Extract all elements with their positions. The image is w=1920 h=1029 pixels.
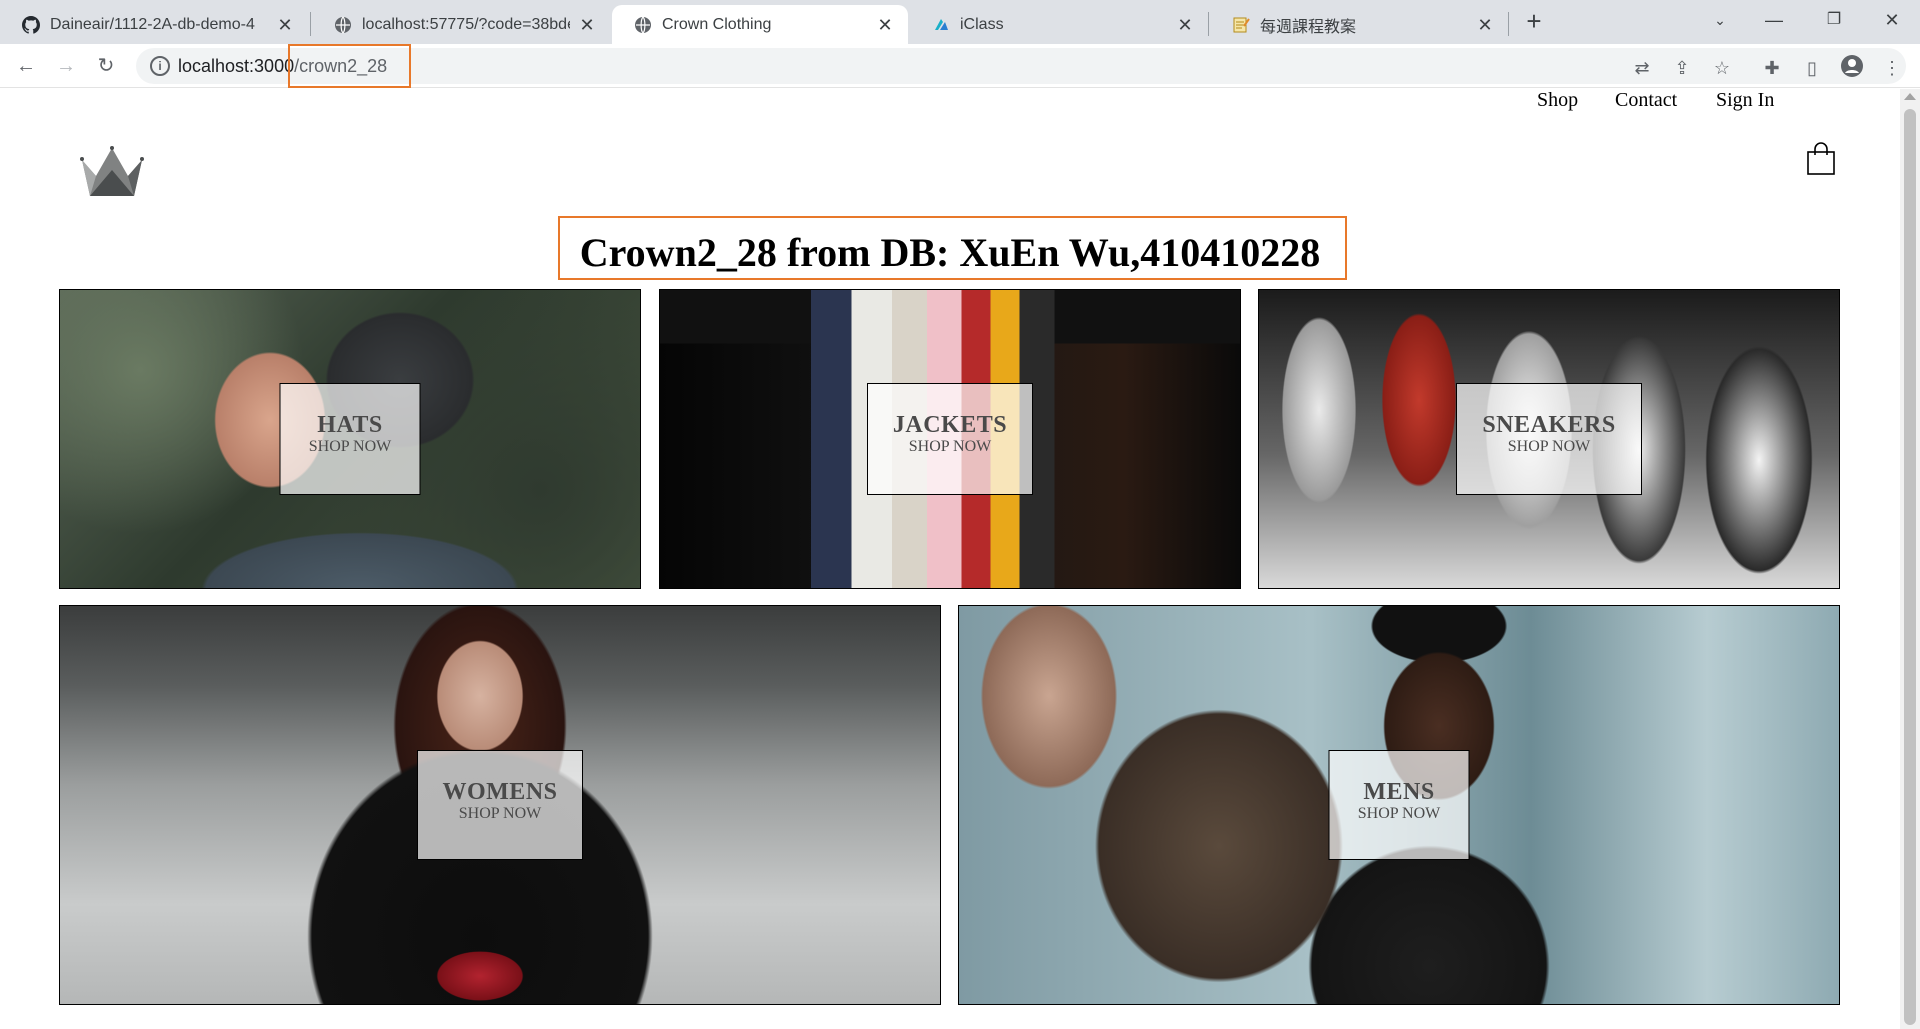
- shop-now-label: SHOP NOW: [458, 805, 542, 822]
- forward-arrow-icon[interactable]: →: [50, 50, 82, 82]
- iclass-icon: [932, 16, 950, 34]
- tab-separator: [1508, 12, 1509, 36]
- shop-now-label: SHOP NOW: [1357, 805, 1441, 822]
- tab-title: iClass: [960, 15, 1004, 33]
- browser-tab-github[interactable]: Daineair/1112-2A-db-demo-4 ✕: [0, 5, 308, 44]
- github-icon: [22, 15, 40, 34]
- category-tile-womens[interactable]: WOMENS SHOP NOW: [59, 605, 941, 1005]
- shopping-bag-icon[interactable]: [1806, 142, 1836, 176]
- translate-icon[interactable]: ⇄: [1628, 54, 1656, 82]
- new-tab-button[interactable]: +: [1520, 8, 1548, 36]
- category-tile-hats[interactable]: HATS SHOP NOW: [59, 289, 641, 589]
- tab-title: Crown Clothing: [662, 15, 772, 33]
- url-host: localhost:3000: [178, 56, 295, 76]
- close-tab-icon[interactable]: ✕: [276, 16, 294, 34]
- back-arrow-icon[interactable]: ←: [10, 50, 42, 82]
- page-headline: Crown2_28 from DB: XuEn Wu,410410228: [579, 230, 1321, 275]
- browser-menu-icon[interactable]: ⋮: [1878, 54, 1906, 82]
- close-tab-icon[interactable]: ✕: [876, 16, 894, 34]
- nav-sign-in-link[interactable]: Sign In: [1716, 89, 1774, 112]
- tab-title: 每週課程教案: [1260, 18, 1357, 36]
- crown-logo-icon[interactable]: [80, 146, 144, 198]
- category-tile-jackets[interactable]: JACKETS SHOP NOW: [659, 289, 1241, 589]
- tab-title: localhost:57775/?code=38bde: [362, 15, 570, 33]
- tab-title: Daineair/1112-2A-db-demo-4: [50, 15, 255, 33]
- page-scrollbar[interactable]: [1900, 89, 1920, 1029]
- reload-icon[interactable]: ↻: [90, 50, 122, 82]
- browser-tab-course-plan[interactable]: 每週課程教案 ✕: [1210, 5, 1508, 44]
- category-tile-mens[interactable]: MENS SHOP NOW: [958, 605, 1840, 1005]
- close-window-icon[interactable]: ✕: [1872, 4, 1912, 36]
- shop-now-label: SHOP NOW: [908, 438, 992, 455]
- scroll-up-arrow-icon[interactable]: [1904, 93, 1916, 100]
- category-label[interactable]: SNEAKERS SHOP NOW: [1456, 383, 1642, 495]
- globe-icon: [334, 16, 352, 34]
- scrollbar-thumb[interactable]: [1904, 109, 1916, 1025]
- nav-contact-link[interactable]: Contact: [1615, 89, 1677, 112]
- category-label[interactable]: MENS SHOP NOW: [1328, 750, 1470, 860]
- close-tab-icon[interactable]: ✕: [578, 16, 596, 34]
- browser-tab-localhost[interactable]: localhost:57775/?code=38bde ✕: [312, 5, 610, 44]
- nav-shop-link[interactable]: Shop: [1537, 89, 1578, 112]
- shop-now-label: SHOP NOW: [1507, 438, 1591, 455]
- category-label[interactable]: JACKETS SHOP NOW: [867, 383, 1033, 495]
- category-title: JACKETS: [892, 412, 1008, 438]
- category-tile-sneakers[interactable]: SNEAKERS SHOP NOW: [1258, 289, 1840, 589]
- url-highlight-box: [288, 44, 411, 88]
- tab-search-icon[interactable]: ⌄: [1700, 4, 1740, 36]
- category-title: HATS: [317, 412, 383, 438]
- browser-tab-crown-clothing[interactable]: Crown Clothing ✕: [612, 5, 908, 44]
- tab-separator: [310, 12, 311, 36]
- category-title: SNEAKERS: [1482, 412, 1616, 438]
- side-panel-icon[interactable]: ▯: [1798, 54, 1826, 82]
- tab-separator: [1208, 12, 1209, 36]
- minimize-icon[interactable]: —: [1754, 4, 1794, 36]
- shop-now-label: SHOP NOW: [308, 438, 392, 455]
- bookmark-star-icon[interactable]: ☆: [1708, 54, 1736, 82]
- globe-icon: [634, 16, 652, 34]
- browser-tab-iclass[interactable]: iClass ✕: [910, 5, 1208, 44]
- profile-avatar-icon[interactable]: [1838, 54, 1866, 82]
- category-title: MENS: [1363, 779, 1435, 805]
- browser-tab-bar: Daineair/1112-2A-db-demo-4 ✕ localhost:5…: [0, 0, 1920, 44]
- restore-icon[interactable]: ❐: [1814, 4, 1854, 36]
- extensions-icon[interactable]: ✚: [1758, 54, 1786, 82]
- site-info-icon[interactable]: i: [150, 56, 170, 76]
- share-icon[interactable]: ⇪: [1668, 54, 1696, 82]
- notepad-icon: [1232, 16, 1250, 34]
- category-label[interactable]: WOMENS SHOP NOW: [417, 750, 583, 860]
- close-tab-icon[interactable]: ✕: [1176, 16, 1194, 34]
- category-title: WOMENS: [442, 779, 558, 805]
- category-label[interactable]: HATS SHOP NOW: [279, 383, 421, 495]
- page-content: Shop Contact Sign In Crown2_28 from DB: …: [0, 89, 1900, 1029]
- close-tab-icon[interactable]: ✕: [1476, 16, 1494, 34]
